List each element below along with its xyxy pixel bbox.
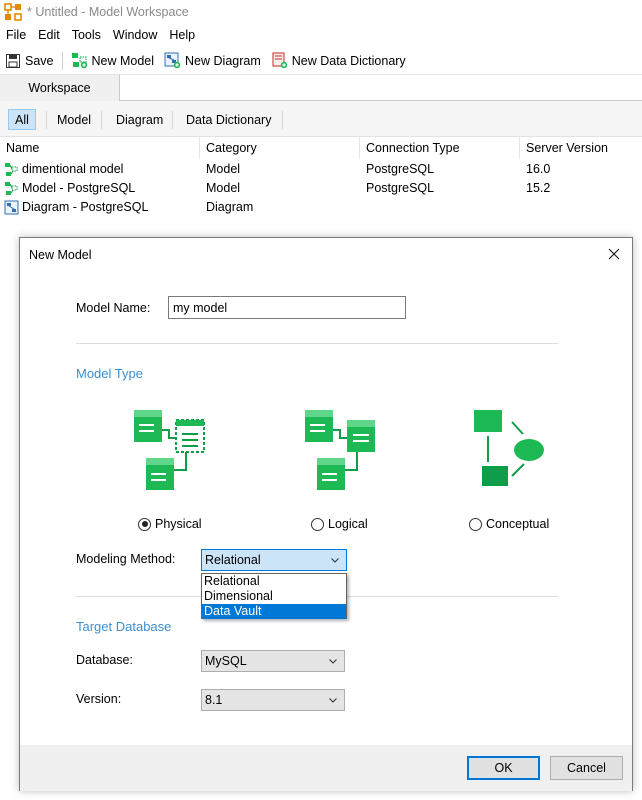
- new-model-dialog: New Model Model Name: Model Type: [19, 237, 633, 791]
- list-item-category: Model: [206, 181, 241, 195]
- version-label: Version:: [76, 692, 122, 706]
- save-button[interactable]: Save: [0, 49, 59, 73]
- new-model-icon: [71, 53, 87, 69]
- menu-help[interactable]: Help: [163, 28, 201, 42]
- list-item-category: Model: [206, 162, 241, 176]
- ok-button[interactable]: OK: [467, 756, 540, 780]
- filter-separator: [46, 111, 47, 129]
- chevron-down-icon: [329, 659, 337, 664]
- new-model-button[interactable]: New Model: [66, 49, 160, 73]
- list-item-name-text: Model - PostgreSQL: [22, 181, 136, 195]
- list-header: Name Category Connection Type Server Ver…: [0, 137, 642, 159]
- close-icon: [608, 248, 620, 260]
- option-dimensional[interactable]: Dimensional: [202, 589, 346, 604]
- option-data-vault[interactable]: Data Vault: [202, 604, 346, 619]
- dialog-footer: OK Cancel: [20, 745, 632, 791]
- target-database-heading: Target Database: [76, 619, 172, 634]
- list-item-name-text: Diagram - PostgreSQL: [22, 200, 149, 214]
- database-label: Database:: [76, 653, 133, 667]
- option-relational[interactable]: Relational: [202, 574, 346, 589]
- model-type-heading: Model Type: [76, 366, 143, 381]
- divider: [76, 343, 558, 344]
- radio-conceptual-label: Conceptual: [486, 517, 550, 531]
- menu-file[interactable]: File: [0, 28, 32, 42]
- radio-indicator: [469, 517, 482, 531]
- save-button-label: Save: [25, 53, 54, 68]
- filter-separator: [172, 111, 173, 129]
- column-header-category[interactable]: Category: [200, 137, 360, 159]
- column-header-connection-type[interactable]: Connection Type: [360, 137, 520, 159]
- new-data-dictionary-icon: [272, 52, 287, 69]
- diagram-icon: [4, 200, 19, 215]
- filter-all[interactable]: All: [8, 109, 36, 130]
- new-data-dictionary-button[interactable]: New Data Dictionary: [266, 49, 411, 73]
- title-bar: * Untitled - Model Workspace: [0, 0, 642, 24]
- window-title: * Untitled - Model Workspace: [27, 5, 189, 19]
- list-item-category: Diagram: [206, 200, 254, 214]
- chevron-down-icon: [331, 558, 339, 563]
- filter-data-dictionary[interactable]: Data Dictionary: [186, 109, 271, 130]
- list-item[interactable]: Model - PostgreSQL Model PostgreSQL 15.2: [0, 179, 642, 198]
- list-item-version: 16.0: [526, 162, 551, 176]
- chevron-down-icon: [329, 698, 337, 703]
- radio-indicator: [311, 517, 324, 531]
- menu-edit[interactable]: Edit: [32, 28, 66, 42]
- menu-tools[interactable]: Tools: [66, 28, 107, 42]
- modeling-method-value: Relational: [205, 553, 261, 567]
- app-logo-icon: [4, 3, 22, 21]
- list-item-version: 15.2: [526, 181, 551, 195]
- new-data-dictionary-label: New Data Dictionary: [291, 53, 406, 68]
- filter-bar: All Model Diagram Data Dictionary: [0, 101, 642, 137]
- dialog-title: New Model: [29, 248, 92, 262]
- column-header-name[interactable]: Name: [0, 137, 200, 159]
- database-value: MySQL: [205, 654, 247, 668]
- list-item-name-text: dimentional model: [22, 162, 124, 176]
- model-icon: [5, 163, 18, 176]
- toolbar: Save New Model New Diagram New Data Dict…: [0, 47, 642, 75]
- radio-indicator: [138, 517, 151, 531]
- model-name-label: Model Name:: [76, 301, 151, 315]
- model-name-input[interactable]: [168, 296, 406, 319]
- menu-bar: File Edit Tools Window Help: [0, 24, 642, 46]
- conceptual-model-icon[interactable]: [472, 408, 548, 492]
- filter-separator: [101, 111, 102, 129]
- list-item[interactable]: Diagram - PostgreSQL Diagram: [0, 198, 642, 217]
- logical-model-icon[interactable]: [303, 408, 379, 492]
- workspace-tab-strip: Workspace: [0, 75, 642, 101]
- version-select[interactable]: 8.1: [201, 689, 345, 711]
- modeling-method-select[interactable]: Relational: [201, 549, 347, 571]
- list-item[interactable]: dimentional model Model PostgreSQL 16.0: [0, 160, 642, 179]
- menu-window[interactable]: Window: [107, 28, 163, 42]
- new-diagram-button[interactable]: New Diagram: [159, 49, 266, 73]
- save-icon: [6, 53, 20, 68]
- dialog-close-button[interactable]: [604, 244, 624, 264]
- radio-logical-label: Logical: [328, 517, 368, 531]
- modeling-method-dropdown: Relational Dimensional Data Vault: [201, 573, 347, 619]
- modeling-method-label: Modeling Method:: [76, 552, 176, 566]
- list-item-name: Model - PostgreSQL: [4, 179, 135, 198]
- radio-logical[interactable]: Logical: [311, 517, 368, 531]
- filter-separator: [282, 111, 283, 129]
- tab-workspace[interactable]: Workspace: [0, 75, 120, 101]
- list-item-connection: PostgreSQL: [366, 181, 435, 195]
- database-select[interactable]: MySQL: [201, 650, 345, 672]
- filter-model[interactable]: Model: [57, 109, 91, 130]
- new-diagram-label: New Diagram: [185, 53, 261, 68]
- list-item-connection: PostgreSQL: [366, 162, 435, 176]
- cancel-button[interactable]: Cancel: [550, 756, 623, 780]
- radio-conceptual[interactable]: Conceptual: [469, 517, 549, 531]
- filter-diagram[interactable]: Diagram: [116, 109, 163, 130]
- new-diagram-icon: [164, 52, 181, 69]
- radio-physical-label: Physical: [155, 517, 202, 531]
- physical-model-icon[interactable]: [132, 408, 208, 492]
- version-value: 8.1: [205, 693, 223, 707]
- radio-physical[interactable]: Physical: [138, 517, 202, 531]
- list-item-name: dimentional model: [4, 160, 123, 179]
- column-header-server-version[interactable]: Server Version: [520, 137, 642, 159]
- list-item-name: Diagram - PostgreSQL: [4, 198, 148, 217]
- toolbar-separator: [61, 51, 63, 70]
- new-model-label: New Model: [91, 53, 155, 68]
- model-icon: [5, 182, 18, 195]
